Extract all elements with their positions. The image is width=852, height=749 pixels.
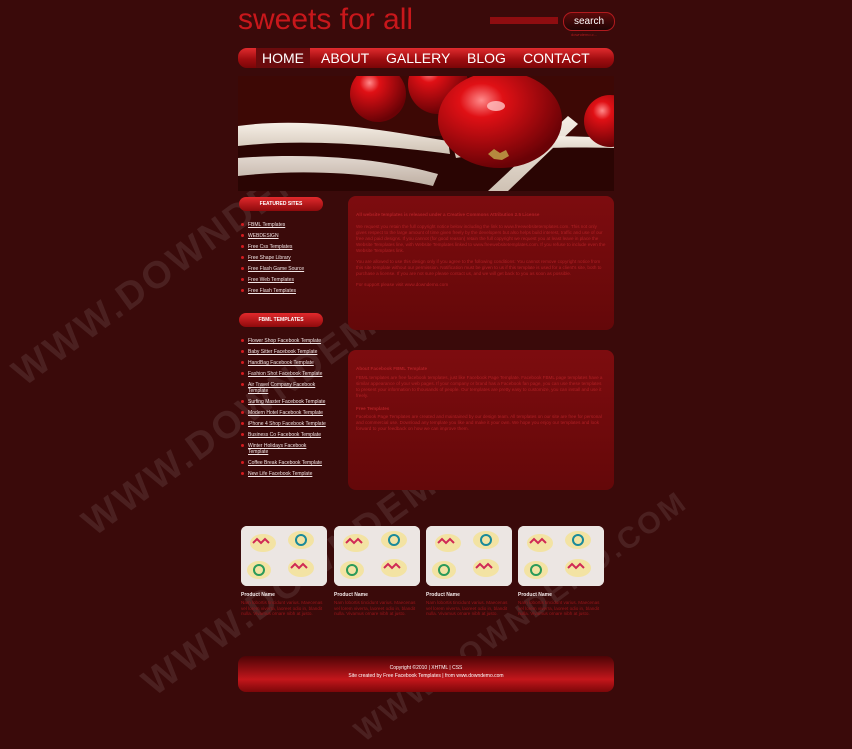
sidebar-link[interactable]: HandBag Facebook Template — [241, 360, 327, 366]
product-image[interactable] — [518, 526, 604, 586]
sidebar-link[interactable]: New Life Facebook Template — [241, 471, 327, 477]
license-box: All website templates is released under … — [348, 196, 614, 330]
fbml-templates-list: Flower Shop Facebook Template Baby Sitte… — [241, 338, 327, 477]
about-paragraph: FBML templates are free facebook templat… — [356, 375, 603, 398]
nav-item-contact[interactable]: CONTACT — [523, 50, 590, 66]
sidebar-link[interactable]: Fashion Shot Facebook Template — [241, 371, 327, 377]
hero-image — [238, 76, 614, 191]
sidebar-link[interactable]: Surfing Master Facebook Template — [241, 399, 327, 405]
candy-illustration — [334, 526, 420, 586]
support-line: For support please visit www.downdemo.co… — [356, 282, 449, 287]
product-name[interactable]: Product Name — [518, 592, 552, 598]
site-logo[interactable]: sweets for all — [238, 3, 413, 37]
nav-item-about[interactable]: ABOUT — [321, 50, 369, 66]
featured-sites-list: FBML Templates WEBDESIGN Free Css Templa… — [241, 222, 331, 299]
product-image[interactable] — [241, 526, 327, 586]
sidebar-link[interactable]: Modern Hotel Facebook Template — [241, 410, 327, 416]
license-heading: All website templates is released under … — [356, 212, 540, 217]
sidebar-link[interactable]: Baby Sitter Facebook Template — [241, 349, 327, 355]
sidebar-link[interactable]: Winter Holidays Facebook Template — [241, 443, 327, 455]
sidebar-link[interactable]: iPhone 4 Shop Facebook Template — [241, 421, 327, 427]
nav-item-home[interactable]: HOME — [256, 48, 310, 68]
footer: Copyright ©2010 | XHTML | CSS Site creat… — [238, 656, 614, 692]
product-description: Nam lobortis tincidunt varius. Maecenas … — [426, 600, 508, 617]
about-heading: About Facebook FBML Template — [356, 366, 428, 371]
fbml-templates-heading: FBML TEMPLATES — [239, 313, 323, 327]
sidebar-link[interactable]: Flower Shop Facebook Template — [241, 338, 327, 344]
copyright-line: Copyright ©2010 | XHTML | CSS — [389, 665, 463, 671]
product-description: Nam lobortis tincidunt varius. Maecenas … — [518, 600, 600, 617]
nav-item-gallery[interactable]: GALLERY — [386, 50, 450, 66]
about-box: About Facebook FBML Template FBML templa… — [348, 350, 614, 490]
product-description: Nam lobortis tincidunt varius. Maecenas … — [334, 600, 416, 617]
nav-item-blog[interactable]: BLOG — [467, 50, 506, 66]
search-button[interactable]: search — [563, 12, 615, 31]
product-description: Nam lobortis tincidunt varius. Maecenas … — [241, 600, 323, 617]
candy-illustration — [518, 526, 604, 586]
sidebar-link[interactable]: WEBDESIGN — [241, 233, 331, 239]
cherries-illustration — [238, 76, 614, 191]
candy-illustration — [426, 526, 512, 586]
page-container: sweets for all search downdemo.c... HOME… — [238, 0, 615, 712]
sidebar-link[interactable]: Free Flash Game Source — [241, 266, 331, 272]
credits-line: Site created by Free Facebook Templates … — [348, 673, 504, 679]
sidebar-link[interactable]: Free Flash Templates — [241, 288, 331, 294]
license-paragraph: We request you retain the full copyright… — [356, 224, 606, 253]
license-paragraph: You are allowed to use this design only … — [356, 259, 602, 276]
free-templates-paragraph: Facebook Page Templates are created and … — [356, 414, 602, 431]
product-name[interactable]: Product Name — [241, 592, 275, 598]
product-image[interactable] — [334, 526, 420, 586]
sidebar-link[interactable]: Free Shape Library — [241, 255, 331, 261]
candy-illustration — [241, 526, 327, 586]
sidebar-link[interactable]: Free Web Templates — [241, 277, 331, 283]
featured-sites-heading: FEATURED SITES — [239, 197, 323, 211]
sidebar-link[interactable]: Business Co Facebook Template — [241, 432, 327, 438]
sidebar-link[interactable]: FBML Templates — [241, 222, 331, 228]
sidebar-link[interactable]: Free Css Templates — [241, 244, 331, 250]
product-name[interactable]: Product Name — [334, 592, 368, 598]
product-name[interactable]: Product Name — [426, 592, 460, 598]
main-nav: HOME ABOUT GALLERY BLOG CONTACT — [238, 48, 614, 68]
sidebar-link[interactable]: Air Travel Company Facebook Template — [241, 382, 327, 394]
product-image[interactable] — [426, 526, 512, 586]
search-note: downdemo.c... — [571, 32, 598, 37]
search-input[interactable] — [490, 17, 558, 24]
sidebar-link[interactable]: Coffee Break Facebook Template — [241, 460, 327, 466]
free-templates-heading: Free Templates — [356, 406, 390, 411]
